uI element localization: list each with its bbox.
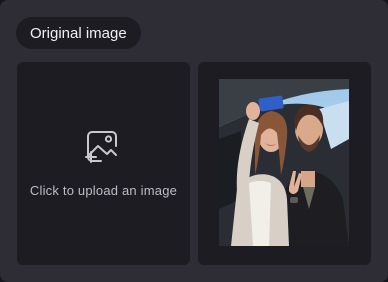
add-image-icon [84,128,122,166]
upload-label: Click to upload an image [29,183,178,198]
original-image-panel: Original image Click to upload an image [0,0,388,282]
upload-dropzone[interactable]: Click to upload an image [17,62,190,265]
section-title-label: Original image [30,24,127,42]
preview-photo [219,79,349,246]
section-title: Original image [16,17,141,49]
image-preview [198,62,371,265]
